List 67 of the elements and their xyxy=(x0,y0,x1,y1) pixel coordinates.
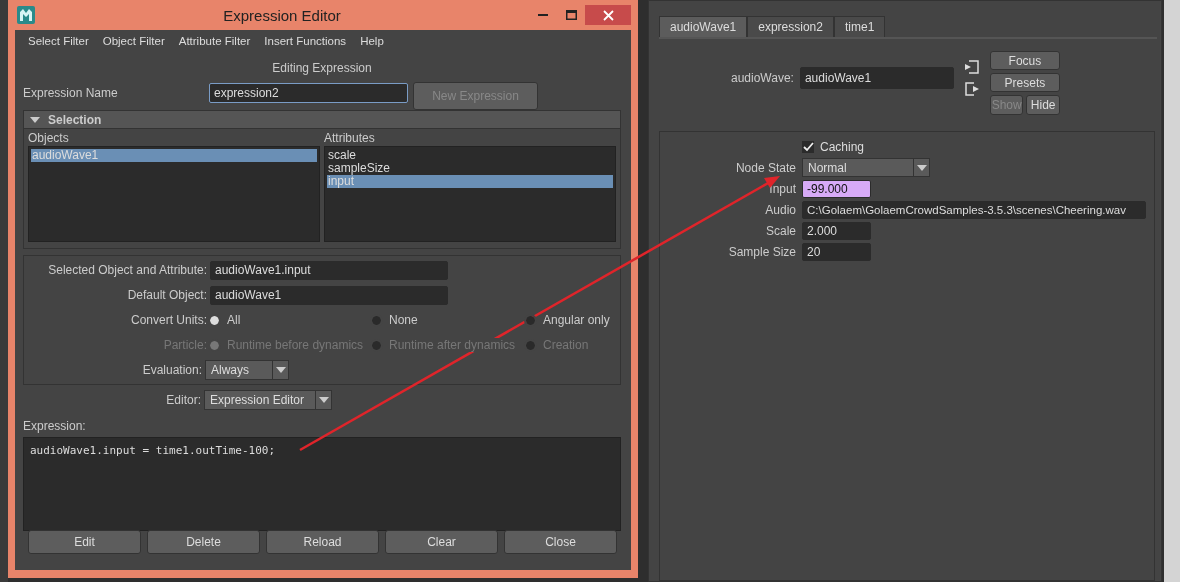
dropdown-arrow-icon xyxy=(275,367,286,373)
menu-item[interactable]: Select Filter xyxy=(21,35,96,47)
list-heading: Attributes xyxy=(324,131,376,146)
dropdown[interactable]: Expression Editor xyxy=(204,390,332,410)
code-label: Expression: xyxy=(23,419,87,433)
action-button[interactable]: Close xyxy=(504,530,617,554)
action-button[interactable]: Edit xyxy=(28,530,141,554)
name-field[interactable]: expression2 xyxy=(209,83,408,103)
path-field[interactable]: C:\Golaem\GolaemCrowdSamples-3.5.3\scenes\Cheering.wav xyxy=(802,200,1146,219)
window-title: Expression Editor xyxy=(222,6,342,24)
tab[interactable]: audioWave1 xyxy=(659,16,748,37)
list-item[interactable]: sampleSize xyxy=(327,162,613,175)
text-field[interactable]: audioWave1 xyxy=(210,285,448,305)
field-label: Editor: xyxy=(166,393,201,407)
radio-label: Angular only xyxy=(543,313,610,327)
action-button[interactable]: Reload xyxy=(266,530,379,554)
value-field[interactable]: -99.000 xyxy=(802,179,871,198)
section-caption: Editing Expression xyxy=(272,61,372,75)
action-button[interactable]: Clear xyxy=(385,530,498,554)
panel-button[interactable]: Focus xyxy=(989,51,1060,70)
attribute-label: Sample Size xyxy=(728,244,796,259)
input-connection-icon[interactable] xyxy=(963,60,980,74)
maximize-icon xyxy=(565,10,577,20)
menu-item[interactable]: Help xyxy=(353,35,391,47)
attribute-label: Scale xyxy=(765,223,796,238)
radio-group-label: Convert Units: xyxy=(130,313,207,327)
list-heading: Objects xyxy=(28,131,70,146)
output-connection-icon[interactable] xyxy=(963,82,980,96)
attribute-label: Input xyxy=(769,181,796,196)
tab[interactable]: expression2 xyxy=(747,16,834,37)
menu-item[interactable]: Attribute Filter xyxy=(171,35,258,47)
close-button[interactable] xyxy=(585,5,631,25)
section-title: Selection xyxy=(48,112,102,127)
checkbox[interactable] xyxy=(802,140,814,153)
node-label: audioWave: xyxy=(731,71,794,85)
menu-item[interactable]: Insert Functions xyxy=(257,35,354,47)
field-label: Evaluation: xyxy=(142,363,202,377)
field-label: Default Object: xyxy=(127,288,207,302)
action-button[interactable]: Delete xyxy=(147,530,260,554)
attribute-label: Audio xyxy=(765,202,796,217)
value-field[interactable]: 2.000 xyxy=(802,221,871,240)
menu-item[interactable]: Object Filter xyxy=(95,35,172,47)
text-field[interactable]: audioWave1.input xyxy=(210,260,448,280)
field-label: Selected Object and Attribute: xyxy=(48,263,207,277)
section-header[interactable]: Selection xyxy=(23,110,621,129)
close-icon xyxy=(602,9,614,21)
code-editor[interactable]: audioWave1.input = time1.outTime-100; xyxy=(23,437,621,531)
value-field[interactable]: 20 xyxy=(802,242,871,261)
checkbox-label: Caching xyxy=(820,139,865,154)
attribute-label: Node State xyxy=(735,160,796,175)
tab[interactable]: time1 xyxy=(834,16,886,37)
dropdown-arrow-icon xyxy=(916,164,927,171)
radio-button[interactable] xyxy=(526,315,535,325)
dropdown-arrow-icon xyxy=(318,397,329,403)
radio-label: All xyxy=(227,313,241,327)
dropdown[interactable]: Normal xyxy=(802,158,930,177)
radio-label: None xyxy=(389,313,418,327)
radio-button[interactable] xyxy=(210,315,219,325)
field-label: Expression Name xyxy=(23,86,119,100)
app-logo-icon xyxy=(17,6,35,24)
minimize-icon xyxy=(538,14,548,16)
radio-button[interactable] xyxy=(372,315,381,325)
panel-button[interactable]: Hide xyxy=(1026,95,1060,115)
node-name-field[interactable]: audioWave1 xyxy=(799,67,954,89)
dropdown[interactable]: Always xyxy=(205,360,289,380)
list-item[interactable]: scale xyxy=(327,149,613,162)
panel-button[interactable]: Presets xyxy=(989,73,1060,92)
